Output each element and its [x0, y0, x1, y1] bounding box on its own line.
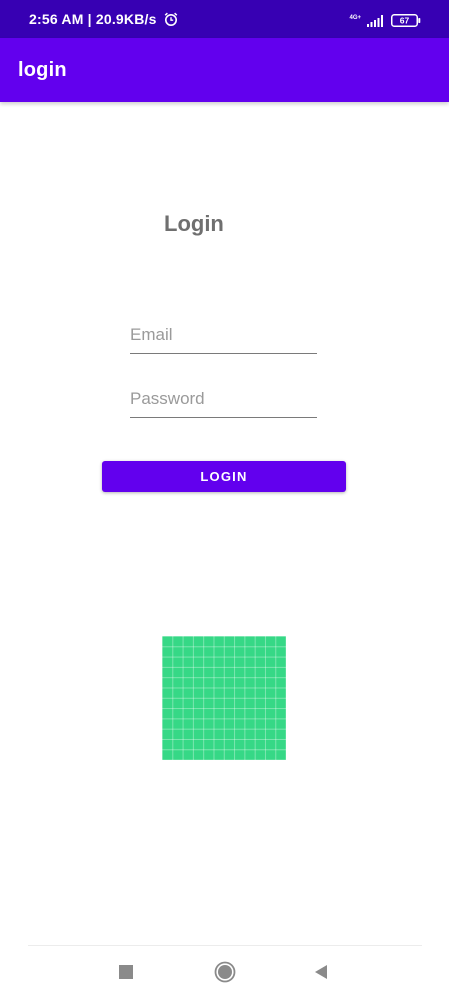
- login-button[interactable]: LOGIN: [102, 461, 346, 492]
- password-field[interactable]: [130, 385, 317, 418]
- alarm-clock-icon: [163, 11, 179, 27]
- battery-icon: 67: [391, 14, 421, 27]
- status-bar: 2:56 AM | 20.9KB/s 4G+ 67: [0, 0, 449, 38]
- app-bar: login: [0, 38, 449, 102]
- recents-button[interactable]: [114, 960, 138, 984]
- nav-divider: [28, 945, 422, 946]
- triangle-back-icon: [315, 965, 327, 979]
- battery-level: 67: [400, 16, 410, 26]
- grid-image: [162, 636, 286, 760]
- circle-icon: [214, 961, 236, 983]
- status-left: 2:56 AM | 20.9KB/s: [29, 10, 179, 28]
- signal-icon: [367, 14, 385, 27]
- login-heading: Login: [164, 211, 224, 236]
- email-field[interactable]: [130, 321, 317, 354]
- status-time-speed: 2:56 AM | 20.9KB/s: [29, 11, 157, 27]
- back-button[interactable]: [309, 960, 333, 984]
- status-right: 4G+ 67: [349, 14, 421, 27]
- home-button[interactable]: [213, 960, 237, 984]
- network-type: 4G+: [349, 14, 361, 21]
- square-icon: [119, 965, 133, 979]
- app-title: login: [18, 59, 67, 81]
